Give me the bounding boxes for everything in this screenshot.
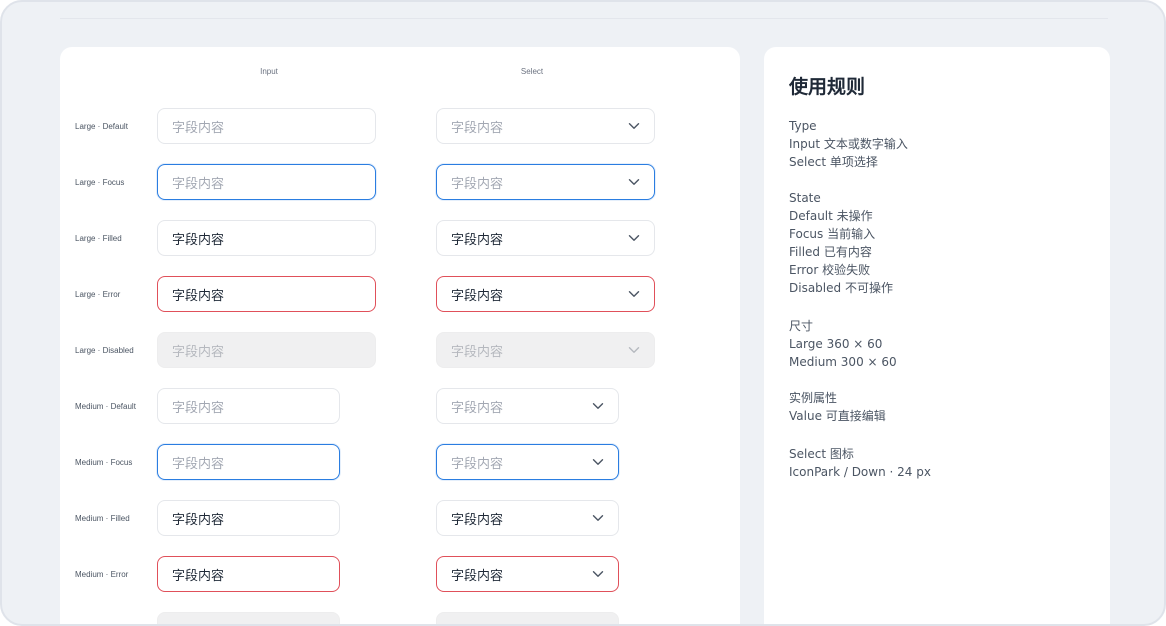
input-value: 字段内容 <box>172 344 225 360</box>
column-header-select: Select <box>520 67 544 76</box>
row-label: Large · Filled <box>75 234 122 243</box>
rules-title: 使用规则 <box>789 76 866 98</box>
rules-size-heading: 尺寸 <box>789 319 814 333</box>
input-value: 字段内容 <box>172 512 225 528</box>
select-medium-disabled: 字段内容 <box>436 612 619 625</box>
chevron-down-icon <box>592 402 604 410</box>
rules-props-heading: 实例属性 <box>789 391 838 405</box>
row-label: Medium · Focus <box>75 458 133 467</box>
chevron-down-icon <box>628 346 640 354</box>
rules-icon-heading: Select 图标 <box>789 447 854 461</box>
input-value: 字段内容 <box>172 232 225 248</box>
rules-icon-block: Select 图标 IconPark / Down · 24 px <box>789 445 931 481</box>
text-input-medium-disabled: 字段内容 <box>157 612 340 625</box>
select-value: 字段内容 <box>451 512 504 528</box>
input-value: 字段内容 <box>172 288 225 304</box>
chevron-down-icon <box>628 122 640 130</box>
text-input-medium-focus[interactable]: 字段内容 <box>157 444 340 480</box>
row-label: Large · Error <box>75 290 121 299</box>
row-label: Large · Focus <box>75 178 125 187</box>
chevron-down-icon <box>628 234 640 242</box>
rules-state-line: Disabled 不可操作 <box>789 281 893 295</box>
rules-size-block: 尺寸 Large 360 × 60 Medium 300 × 60 <box>789 317 897 371</box>
rules-state-block: State Default 未操作 Focus 当前输入 Filled 已有内容… <box>789 189 893 297</box>
select-medium-filled[interactable]: 字段内容 <box>436 500 619 536</box>
input-value: 字段内容 <box>172 621 224 625</box>
select-large-error[interactable]: 字段内容 <box>436 276 655 312</box>
column-header-input: Input <box>260 67 278 76</box>
rules-state-line: Default 未操作 <box>789 209 873 223</box>
row-label: Large · Default <box>75 122 128 131</box>
component-grid-panel: Input Select Large · Default 字段内容 字段内容 Larg… <box>60 47 740 625</box>
select-value: 字段内容 <box>451 621 503 625</box>
text-input-medium-filled[interactable]: 字段内容 <box>157 500 340 536</box>
input-value: 字段内容 <box>172 176 225 192</box>
chevron-down-icon <box>628 290 640 298</box>
select-medium-error[interactable]: 字段内容 <box>436 556 619 592</box>
select-value: 字段内容 <box>451 456 504 472</box>
divider <box>60 18 1108 19</box>
text-input-large-error[interactable]: 字段内容 <box>157 276 376 312</box>
select-value: 字段内容 <box>451 288 504 304</box>
usage-rules-panel: 使用规则 Type Input 文本或数字输入 Select 单项选择 Stat… <box>764 47 1110 624</box>
select-value: 字段内容 <box>451 232 504 248</box>
select-value: 字段内容 <box>451 176 504 192</box>
chevron-down-icon <box>592 570 604 578</box>
rules-type-block: Type Input 文本或数字输入 Select 单项选择 <box>789 117 908 171</box>
chevron-down-icon <box>592 458 604 466</box>
text-input-large-focus[interactable]: 字段内容 <box>157 164 376 200</box>
select-large-focus[interactable]: 字段内容 <box>436 164 655 200</box>
text-input-medium-error[interactable]: 字段内容 <box>157 556 340 592</box>
rules-props-block: 实例属性 Value 可直接编辑 <box>789 389 886 425</box>
rules-state-heading: State <box>789 191 821 205</box>
input-value: 字段内容 <box>172 456 225 472</box>
chevron-down-icon <box>592 514 604 522</box>
rules-type-heading: Type <box>789 119 817 133</box>
text-input-medium-default[interactable]: 字段内容 <box>157 388 340 424</box>
rules-size-line: Medium 300 × 60 <box>789 355 897 369</box>
text-input-large-filled[interactable]: 字段内容 <box>157 220 376 256</box>
input-value: 字段内容 <box>172 568 225 584</box>
select-value: 字段内容 <box>451 344 504 360</box>
row-label: Medium · Error <box>75 570 129 579</box>
rules-state-line: Focus 当前输入 <box>789 227 876 241</box>
select-large-default[interactable]: 字段内容 <box>436 108 655 144</box>
input-value: 字段内容 <box>172 400 225 416</box>
rules-icon-line: IconPark / Down · 24 px <box>789 465 931 479</box>
select-value: 字段内容 <box>451 568 504 584</box>
input-value: 字段内容 <box>172 120 225 136</box>
select-large-filled[interactable]: 字段内容 <box>436 220 655 256</box>
select-medium-focus[interactable]: 字段内容 <box>436 444 619 480</box>
row-label: Large · Disabled <box>75 346 134 355</box>
select-value: 字段内容 <box>451 400 504 416</box>
rules-state-line: Filled 已有内容 <box>789 245 872 259</box>
text-input-large-default[interactable]: 字段内容 <box>157 108 376 144</box>
select-medium-default[interactable]: 字段内容 <box>436 388 619 424</box>
rules-type-line: Input 文本或数字输入 <box>789 137 908 151</box>
chevron-down-icon <box>628 178 640 186</box>
select-large-disabled: 字段内容 <box>436 332 655 368</box>
canvas-frame: Input Select Large · Default 字段内容 字段内容 Larg… <box>0 0 1166 626</box>
row-label: Medium · Filled <box>75 514 130 523</box>
row-label: Medium · Default <box>75 402 136 411</box>
select-value: 字段内容 <box>451 120 504 136</box>
rules-props-line: Value 可直接编辑 <box>789 409 886 423</box>
rules-size-line: Large 360 × 60 <box>789 337 883 351</box>
rules-state-line: Error 校验失败 <box>789 263 871 277</box>
rules-type-line: Select 单项选择 <box>789 155 878 169</box>
text-input-large-disabled: 字段内容 <box>157 332 376 368</box>
